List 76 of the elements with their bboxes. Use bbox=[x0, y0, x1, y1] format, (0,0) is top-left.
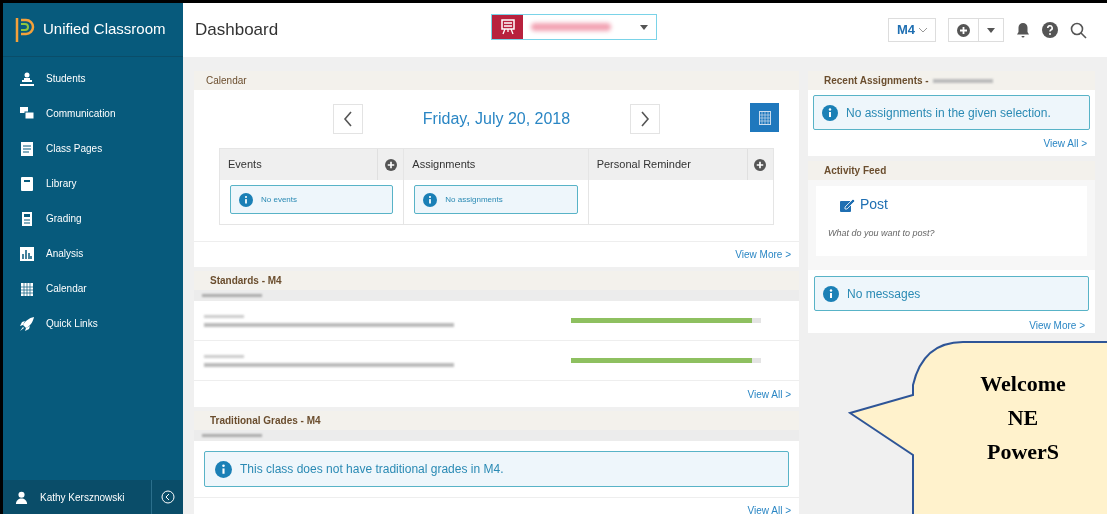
calendar-date: Friday, July 20, 2018 bbox=[422, 109, 571, 129]
view-all-link[interactable]: View All > bbox=[747, 386, 791, 402]
add-icon[interactable] bbox=[384, 158, 397, 171]
redacted-text bbox=[202, 294, 262, 297]
bar-chart-icon bbox=[20, 246, 34, 261]
document-icon bbox=[20, 141, 34, 156]
book-icon bbox=[20, 176, 34, 191]
column-header: Events bbox=[227, 157, 263, 173]
term-selector[interactable]: M4 bbox=[887, 18, 936, 42]
edit-icon bbox=[840, 197, 856, 212]
post-button[interactable]: Post bbox=[840, 194, 888, 215]
chevron-down-icon bbox=[919, 27, 927, 33]
redacted-text bbox=[932, 78, 993, 83]
view-all-link[interactable]: View All > bbox=[1043, 135, 1087, 151]
callout-text: NE bbox=[1007, 404, 1039, 432]
bell-icon[interactable] bbox=[1016, 22, 1030, 38]
previous-button[interactable] bbox=[332, 104, 363, 134]
view-more-link[interactable]: View More > bbox=[735, 247, 791, 262]
column-header: Assignments bbox=[411, 157, 477, 173]
info-message: No assignments bbox=[414, 185, 578, 214]
redacted-text bbox=[202, 434, 262, 437]
class-selector[interactable] bbox=[491, 14, 657, 40]
info-icon bbox=[215, 460, 232, 478]
chat-icon bbox=[20, 106, 34, 121]
person-icon bbox=[20, 71, 34, 86]
add-icon[interactable] bbox=[754, 158, 767, 171]
help-icon[interactable] bbox=[1042, 22, 1058, 38]
plus-icon bbox=[957, 23, 970, 37]
info-icon bbox=[823, 285, 839, 302]
nav-item[interactable]: Class Pages bbox=[3, 131, 183, 166]
nav-item[interactable]: Analysis bbox=[3, 236, 183, 271]
card-title: Calendar bbox=[206, 74, 247, 88]
info-message: This class does not have traditional grades in M4. bbox=[204, 451, 789, 487]
next-button[interactable] bbox=[630, 104, 661, 134]
user-icon bbox=[15, 490, 28, 504]
caret-icon bbox=[987, 27, 995, 33]
search-icon[interactable] bbox=[1070, 21, 1087, 39]
calendar-picker-button[interactable] bbox=[750, 103, 779, 132]
card-title: Recent Assignments - bbox=[824, 74, 929, 88]
rocket-icon bbox=[20, 316, 34, 331]
info-message: No events bbox=[230, 185, 394, 214]
calendar-icon bbox=[758, 110, 771, 125]
callout-text: PowerS bbox=[986, 438, 1060, 466]
page-title: Dashboard bbox=[195, 19, 279, 42]
chevron-right-icon bbox=[640, 111, 651, 127]
card-title: Activity Feed bbox=[824, 164, 887, 178]
info-icon bbox=[239, 192, 253, 207]
column-header: Personal Reminder bbox=[595, 157, 692, 173]
user-name: Kathy Kersznowski bbox=[40, 490, 126, 505]
nav-item[interactable]: Communication bbox=[3, 96, 183, 131]
card-title: Traditional Grades - M4 bbox=[210, 414, 321, 428]
redacted-text bbox=[204, 314, 244, 318]
chevron-left-icon bbox=[160, 490, 175, 504]
add-menu-button[interactable] bbox=[948, 18, 1004, 42]
view-more-link[interactable]: View More > bbox=[1029, 318, 1085, 333]
info-message: No messages bbox=[814, 276, 1089, 311]
info-icon bbox=[423, 192, 438, 207]
card-title: Standards - M4 bbox=[210, 274, 282, 288]
calendar-icon bbox=[20, 281, 34, 296]
redacted-text bbox=[204, 354, 244, 358]
post-input[interactable]: What do you want to post? bbox=[828, 227, 1075, 241]
calculator-icon bbox=[20, 211, 34, 226]
nav-item[interactable]: Grading bbox=[3, 201, 183, 236]
callout-text: Welcome bbox=[980, 370, 1066, 398]
app-title: Unified Classroom bbox=[43, 19, 166, 40]
caret-icon bbox=[640, 24, 648, 30]
nav-item[interactable]: Library bbox=[3, 166, 183, 201]
chevron-left-icon bbox=[342, 111, 353, 127]
nav-item[interactable]: Calendar bbox=[3, 271, 183, 306]
presentation-icon bbox=[500, 19, 515, 35]
info-message: No assignments in the given selection. bbox=[813, 95, 1090, 130]
logo-icon bbox=[15, 15, 35, 44]
nav-item[interactable]: Students bbox=[3, 61, 183, 96]
view-all-link[interactable]: View All > bbox=[747, 503, 791, 514]
nav-item[interactable]: Quick Links bbox=[3, 306, 183, 341]
info-icon bbox=[822, 104, 838, 121]
